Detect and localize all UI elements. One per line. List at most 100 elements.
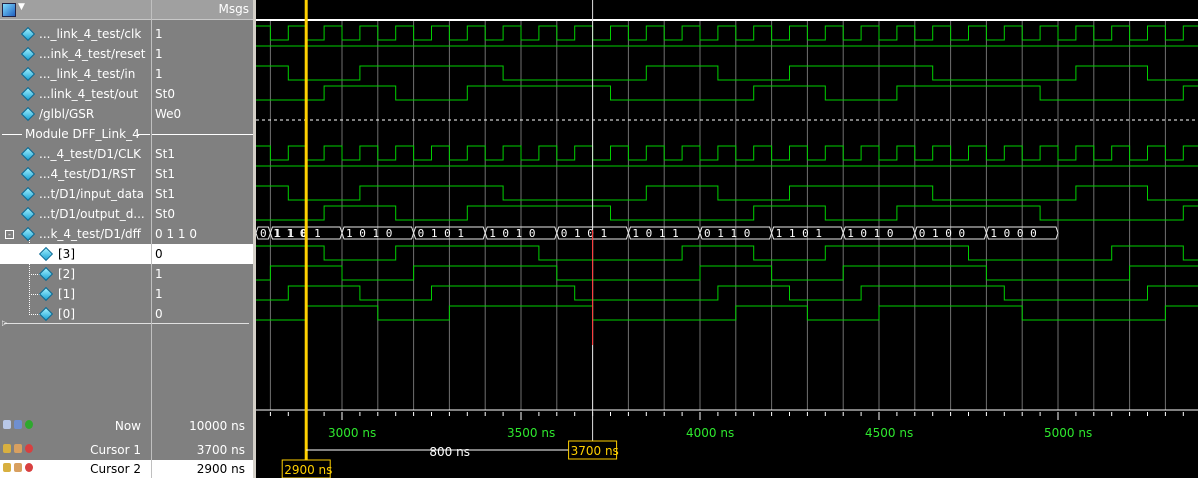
signal-row-in[interactable]: ..._link_4_test/in <box>0 64 151 84</box>
signal-name: ...ink_4_test/reset <box>39 47 146 61</box>
cursor2-row[interactable]: Cursor 2 <box>0 460 151 478</box>
signal-icon <box>38 306 54 322</box>
value-out: St0 <box>155 87 175 101</box>
list-end-line <box>4 323 151 324</box>
signal-icon <box>20 146 36 162</box>
bus-icon <box>20 226 36 242</box>
signal-row-d1-rst[interactable]: ...4_test/D1/RST <box>0 164 151 184</box>
bus-value-label: 0 1 0 1 <box>418 227 464 240</box>
value-dff-0: 0 <box>155 307 163 321</box>
msgs-header: Msgs <box>218 2 249 16</box>
add-cursor-icon[interactable] <box>25 420 33 429</box>
signal-icon <box>20 166 36 182</box>
cursor-toolbar-icons[interactable] <box>3 444 37 456</box>
signal-name: [3] <box>58 247 75 261</box>
cursor1-flag-label: 3700 ns <box>571 444 619 458</box>
value-clk: 1 <box>155 27 163 41</box>
dropdown-arrow-icon[interactable]: ▼ <box>18 2 25 12</box>
cursor2-value: 2900 ns <box>196 462 245 476</box>
tree-connector <box>29 294 40 315</box>
signal-icon <box>20 86 36 102</box>
signal-row-out[interactable]: ...link_4_test/out <box>0 84 151 104</box>
ruler-tick-label: 3000 ns <box>328 426 376 440</box>
value-pane-header: Msgs <box>152 0 253 20</box>
signal-icon <box>20 186 36 202</box>
delete-cursor-icon[interactable] <box>25 444 33 453</box>
value-input-data: St1 <box>155 187 175 201</box>
value-dff-2: 1 <box>155 267 163 281</box>
bus-waveform: 0 1 1 0 1 1 0 1 1 0 1 0 0 1 0 1 1 0 1 0 0 1 0… <box>256 226 1059 240</box>
now-toolbar-icons[interactable] <box>3 420 37 432</box>
signal-name: /glbl/GSR <box>39 107 95 121</box>
signal-row-dff-2[interactable]: [2] <box>0 254 151 284</box>
cursor1-value-cell: 3700 ns <box>152 440 253 460</box>
signal-row-dff-0[interactable]: [0] <box>0 294 151 324</box>
signal-icon <box>38 266 54 282</box>
edit-icon[interactable] <box>14 463 22 472</box>
value-d1-clk: St1 <box>155 147 175 161</box>
signal-row-dff-3[interactable]: [3] <box>0 240 151 264</box>
edit-icon[interactable] <box>14 444 22 453</box>
cursor-toolbar-icons[interactable] <box>3 463 37 475</box>
name-pane-header: ▼ <box>0 0 151 20</box>
signal-name: ..._link_4_test/in <box>39 67 136 81</box>
signal-name-pane: ▼ ..._link_4_test/clk ...ink_4_test/rese… <box>0 0 151 478</box>
signal-name: ...k_4_test/D1/dff <box>39 227 141 241</box>
now-value-cell: 10000 ns <box>152 416 253 436</box>
ruler-tick-label: 5000 ns <box>1044 426 1092 440</box>
signal-name: ...t/D1/input_data <box>39 187 145 201</box>
value-in: 1 <box>155 67 163 81</box>
bus-value-label: 0 1 1 0 <box>704 227 750 240</box>
signal-row-input-data[interactable]: ...t/D1/input_data <box>0 184 151 204</box>
tree-connector <box>29 254 40 275</box>
waveform-canvas[interactable]: 0 1 1 0 1 1 0 1 1 0 1 0 0 1 0 1 1 0 1 0 0 1 0… <box>256 0 1198 478</box>
now-row: Now <box>0 416 151 436</box>
ruler-tick-label: 4000 ns <box>686 426 734 440</box>
signal-name: ..._link_4_test/clk <box>39 27 142 41</box>
signal-row-reset[interactable]: ...ink_4_test/reset <box>0 44 151 64</box>
signal-row-dff-1[interactable]: [1] <box>0 274 151 304</box>
bus-value-label: 1 0 1 1 <box>632 227 678 240</box>
divider-label: Module DFF_Link_4 <box>25 127 140 141</box>
signal-name: [1] <box>58 287 75 301</box>
cursor2-flag-label: 2900 ns <box>284 463 332 477</box>
delete-cursor-icon[interactable] <box>25 463 33 472</box>
lock-icon[interactable] <box>3 463 11 472</box>
cursor1-row[interactable]: Cursor 1 <box>0 440 151 460</box>
value-dff-1: 1 <box>155 287 163 301</box>
snapshot-icon[interactable] <box>14 420 22 429</box>
value-gsr: We0 <box>155 107 182 121</box>
signal-row-output-data[interactable]: ...t/D1/output_d... <box>0 204 151 224</box>
signal-row-clk[interactable]: ..._link_4_test/clk <box>0 24 151 44</box>
delta-label: 800 ns <box>429 445 470 459</box>
signal-name: ...t/D1/output_d... <box>39 207 145 221</box>
zoom-icon[interactable] <box>3 420 11 429</box>
signal-icon <box>20 206 36 222</box>
ruler-tick-label: 4500 ns <box>865 426 913 440</box>
signal-name: ...4_test/D1/RST <box>39 167 136 181</box>
now-label: Now <box>114 419 141 433</box>
cursor2-value-cell: 2900 ns <box>152 460 253 478</box>
bus-value-label: 1 0 1 0 <box>489 227 535 240</box>
bus-value-label: 1 0 1 0 <box>346 227 392 240</box>
value-list-end-line <box>152 323 249 324</box>
lock-icon[interactable] <box>3 444 11 453</box>
collapse-icon[interactable]: - <box>5 230 14 239</box>
wave-icon[interactable] <box>2 3 16 17</box>
signal-icon <box>20 26 36 42</box>
bus-value-label: 1 0 1 0 <box>847 227 893 240</box>
signal-icon <box>20 106 36 122</box>
signal-row-dff[interactable]: - ...k_4_test/D1/dff <box>0 224 151 244</box>
signal-icon <box>20 66 36 82</box>
tree-connector <box>29 274 40 295</box>
list-end-marker: ▷ <box>2 319 8 327</box>
value-output-data: St0 <box>155 207 175 221</box>
signal-row-gsr[interactable]: /glbl/GSR <box>0 104 151 124</box>
now-value: 10000 ns <box>189 419 245 433</box>
bus-value-label: 0 1 0 1 <box>561 227 607 240</box>
signal-row-d1-clk[interactable]: ..._4_test/D1/CLK <box>0 144 151 164</box>
signal-icon <box>20 46 36 62</box>
cursor2-label: Cursor 2 <box>90 462 141 476</box>
cursor1-value: 3700 ns <box>196 443 245 457</box>
group-divider[interactable]: Module DFF_Link_4 <box>0 124 151 144</box>
